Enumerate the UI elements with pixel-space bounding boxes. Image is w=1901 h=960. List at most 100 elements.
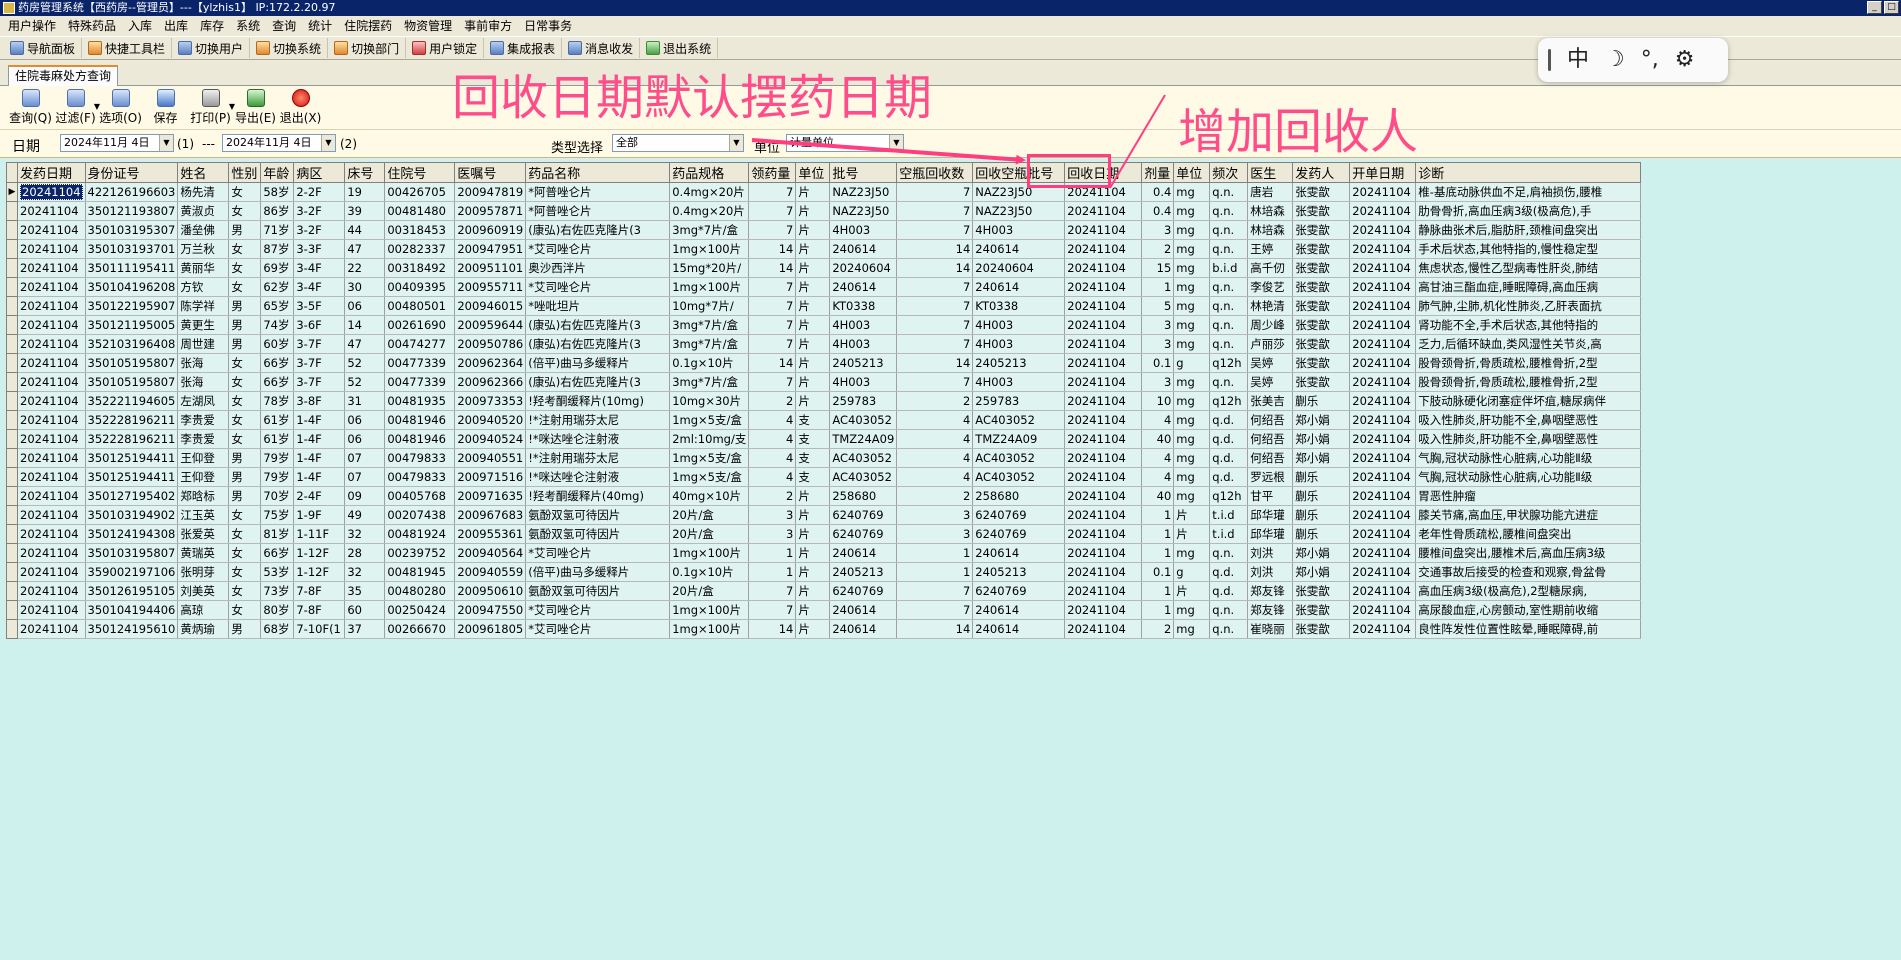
table-cell[interactable]: 20241104 (1349, 448, 1417, 468)
table-cell[interactable]: 女 (228, 429, 262, 449)
table-cell[interactable]: 14 (344, 315, 386, 335)
table-cell[interactable]: 7 (748, 372, 797, 392)
table-cell[interactable]: 15 (1141, 258, 1175, 278)
table-cell[interactable]: 男 (228, 315, 262, 335)
table-cell[interactable]: 3-2F (293, 201, 346, 221)
table-cell[interactable]: 20241104 (1064, 315, 1143, 335)
table-cell[interactable]: 200962366 (454, 372, 527, 392)
table-cell[interactable]: 片 (795, 543, 831, 563)
table-cell[interactable]: 支 (795, 467, 831, 487)
table-cell[interactable]: 3mg*7片/盒 (669, 220, 750, 240)
table-cell[interactable]: 14 (896, 239, 974, 259)
table-cell[interactable]: 李俊艺 (1247, 277, 1294, 297)
table-cell[interactable]: 350103195307 (84, 220, 179, 240)
table-cell[interactable]: 70岁 (260, 486, 295, 506)
table-cell[interactable]: 14 (748, 239, 797, 259)
table-cell[interactable]: 20241104 (17, 296, 86, 316)
date-to-picker[interactable]: 2024年11月 4日 ▼ (222, 134, 336, 152)
row-header[interactable] (6, 334, 18, 354)
table-cell[interactable]: 1-12F (293, 562, 346, 582)
table-cell[interactable]: 200957871 (454, 201, 527, 221)
table-cell[interactable]: 片 (795, 600, 831, 620)
table-cell[interactable]: 蒯乐 (1292, 524, 1351, 544)
table-cell[interactable]: 00426705 (384, 182, 456, 202)
table-cell[interactable]: 258680 (829, 486, 898, 506)
table-cell[interactable]: 200971635 (454, 486, 527, 506)
table-cell[interactable]: 女 (228, 505, 262, 525)
table-cell[interactable]: 女 (228, 581, 262, 601)
column-header[interactable]: 医嘱号 (454, 162, 527, 183)
table-cell[interactable]: 53岁 (260, 562, 295, 582)
date-from-picker[interactable]: 2024年11月 4日 ▼ (60, 134, 174, 152)
table-cell[interactable]: 焦虑状态,慢性乙型病毒性肝炎,肺结 (1415, 258, 1642, 278)
table-cell[interactable]: 7 (896, 277, 974, 297)
table-cell[interactable]: 刘美英 (177, 581, 230, 601)
table-cell[interactable]: 气胸,冠状动脉性心脏病,心功能Ⅱ级 (1415, 448, 1642, 468)
row-header[interactable] (6, 201, 18, 221)
table-cell[interactable]: 200971516 (454, 467, 527, 487)
table-cell[interactable]: 0.4 (1141, 201, 1175, 221)
table-cell[interactable]: 3-7F (293, 334, 346, 354)
table-cell[interactable]: 黄丽华 (177, 258, 230, 278)
table-cell[interactable]: q.d. (1209, 429, 1249, 449)
table-cell[interactable]: 14 (896, 619, 974, 639)
table-cell[interactable]: 膝关节痛,高血压,甲状腺功能亢进症 (1415, 505, 1642, 525)
switch-user-button[interactable]: 切换用户 (172, 38, 251, 58)
table-cell[interactable]: 7 (896, 372, 974, 392)
table-cell[interactable]: 352103196408 (84, 334, 179, 354)
row-header[interactable] (6, 391, 18, 411)
table-cell[interactable]: 20片/盒 (669, 505, 750, 525)
table-cell[interactable]: 1 (1141, 581, 1175, 601)
table-cell[interactable]: 罗远根 (1247, 467, 1294, 487)
table-cell[interactable]: 氨酚双氢可待因片 (525, 581, 671, 601)
table-cell[interactable]: 14 (896, 258, 974, 278)
table-row[interactable]: 20241104 350125194411 王仰登男 79岁 1-4F 07 0047983… (6, 448, 1642, 468)
table-cell[interactable]: 200947550 (454, 600, 527, 620)
table-cell[interactable]: 3-7F (293, 353, 346, 373)
table-cell[interactable]: 高尿酸血症,心房颤动,室性期前收缩 (1415, 600, 1642, 620)
table-cell[interactable]: 黄更生 (177, 315, 230, 335)
table-cell[interactable]: !羟考酮缓释片(40mg) (525, 486, 671, 506)
table-cell[interactable]: 61岁 (260, 429, 295, 449)
table-cell[interactable]: KT0338 (829, 296, 898, 316)
table-cell[interactable]: 28 (344, 543, 386, 563)
table-cell[interactable]: 4 (748, 467, 797, 487)
table-cell[interactable]: 李贵爱 (177, 429, 230, 449)
table-cell[interactable]: 20241104 (17, 239, 86, 259)
table-cell[interactable]: 杨先清 (177, 182, 230, 202)
table-cell[interactable]: 4H003 (829, 372, 898, 392)
table-cell[interactable]: mg (1173, 391, 1211, 411)
table-cell[interactable]: 4 (1141, 410, 1175, 430)
table-cell[interactable]: mg (1173, 543, 1211, 563)
table-cell[interactable]: 350111195411 (84, 258, 179, 278)
table-cell[interactable]: 20241104 (1064, 581, 1143, 601)
table-cell[interactable]: 200940524 (454, 429, 527, 449)
table-cell[interactable]: 4 (1141, 467, 1175, 487)
table-cell[interactable]: 3-8F (293, 391, 346, 411)
table-cell[interactable]: 黄炳瑜 (177, 619, 230, 639)
table-cell[interactable]: 7-8F (293, 600, 346, 620)
table-cell[interactable]: 片 (795, 334, 831, 354)
table-cell[interactable]: 陈学祥 (177, 296, 230, 316)
table-cell[interactable]: 2405213 (829, 353, 898, 373)
table-cell[interactable]: 200955711 (454, 277, 527, 297)
table-cell[interactable]: 20241104 (1349, 524, 1417, 544)
table-cell[interactable]: 00479833 (384, 467, 456, 487)
table-cell[interactable]: 腰椎间盘突出,腰椎术后,高血压病3级 (1415, 543, 1642, 563)
table-cell[interactable]: 20241104 (17, 619, 86, 639)
table-cell[interactable]: 20241104 (1064, 258, 1143, 278)
table-cell[interactable]: 2 (896, 391, 974, 411)
table-cell[interactable]: 73岁 (260, 581, 295, 601)
table-cell[interactable]: 吸入性肺炎,肝功能不全,鼻咽壁恶性 (1415, 429, 1642, 449)
table-cell[interactable]: 20241104 (1064, 543, 1143, 563)
table-cell[interactable]: q.n. (1209, 543, 1249, 563)
table-cell[interactable]: 79岁 (260, 467, 295, 487)
table-cell[interactable]: 20241104 (1064, 600, 1143, 620)
table-cell[interactable]: 支 (795, 448, 831, 468)
table-cell[interactable]: 240614 (972, 543, 1066, 563)
table-cell[interactable]: 31 (344, 391, 386, 411)
table-cell[interactable]: 20241104 (17, 524, 86, 544)
table-cell[interactable]: 1mg×5支/盒 (669, 410, 750, 430)
table-cell[interactable]: 男 (228, 448, 262, 468)
table-cell[interactable]: 200960919 (454, 220, 527, 240)
